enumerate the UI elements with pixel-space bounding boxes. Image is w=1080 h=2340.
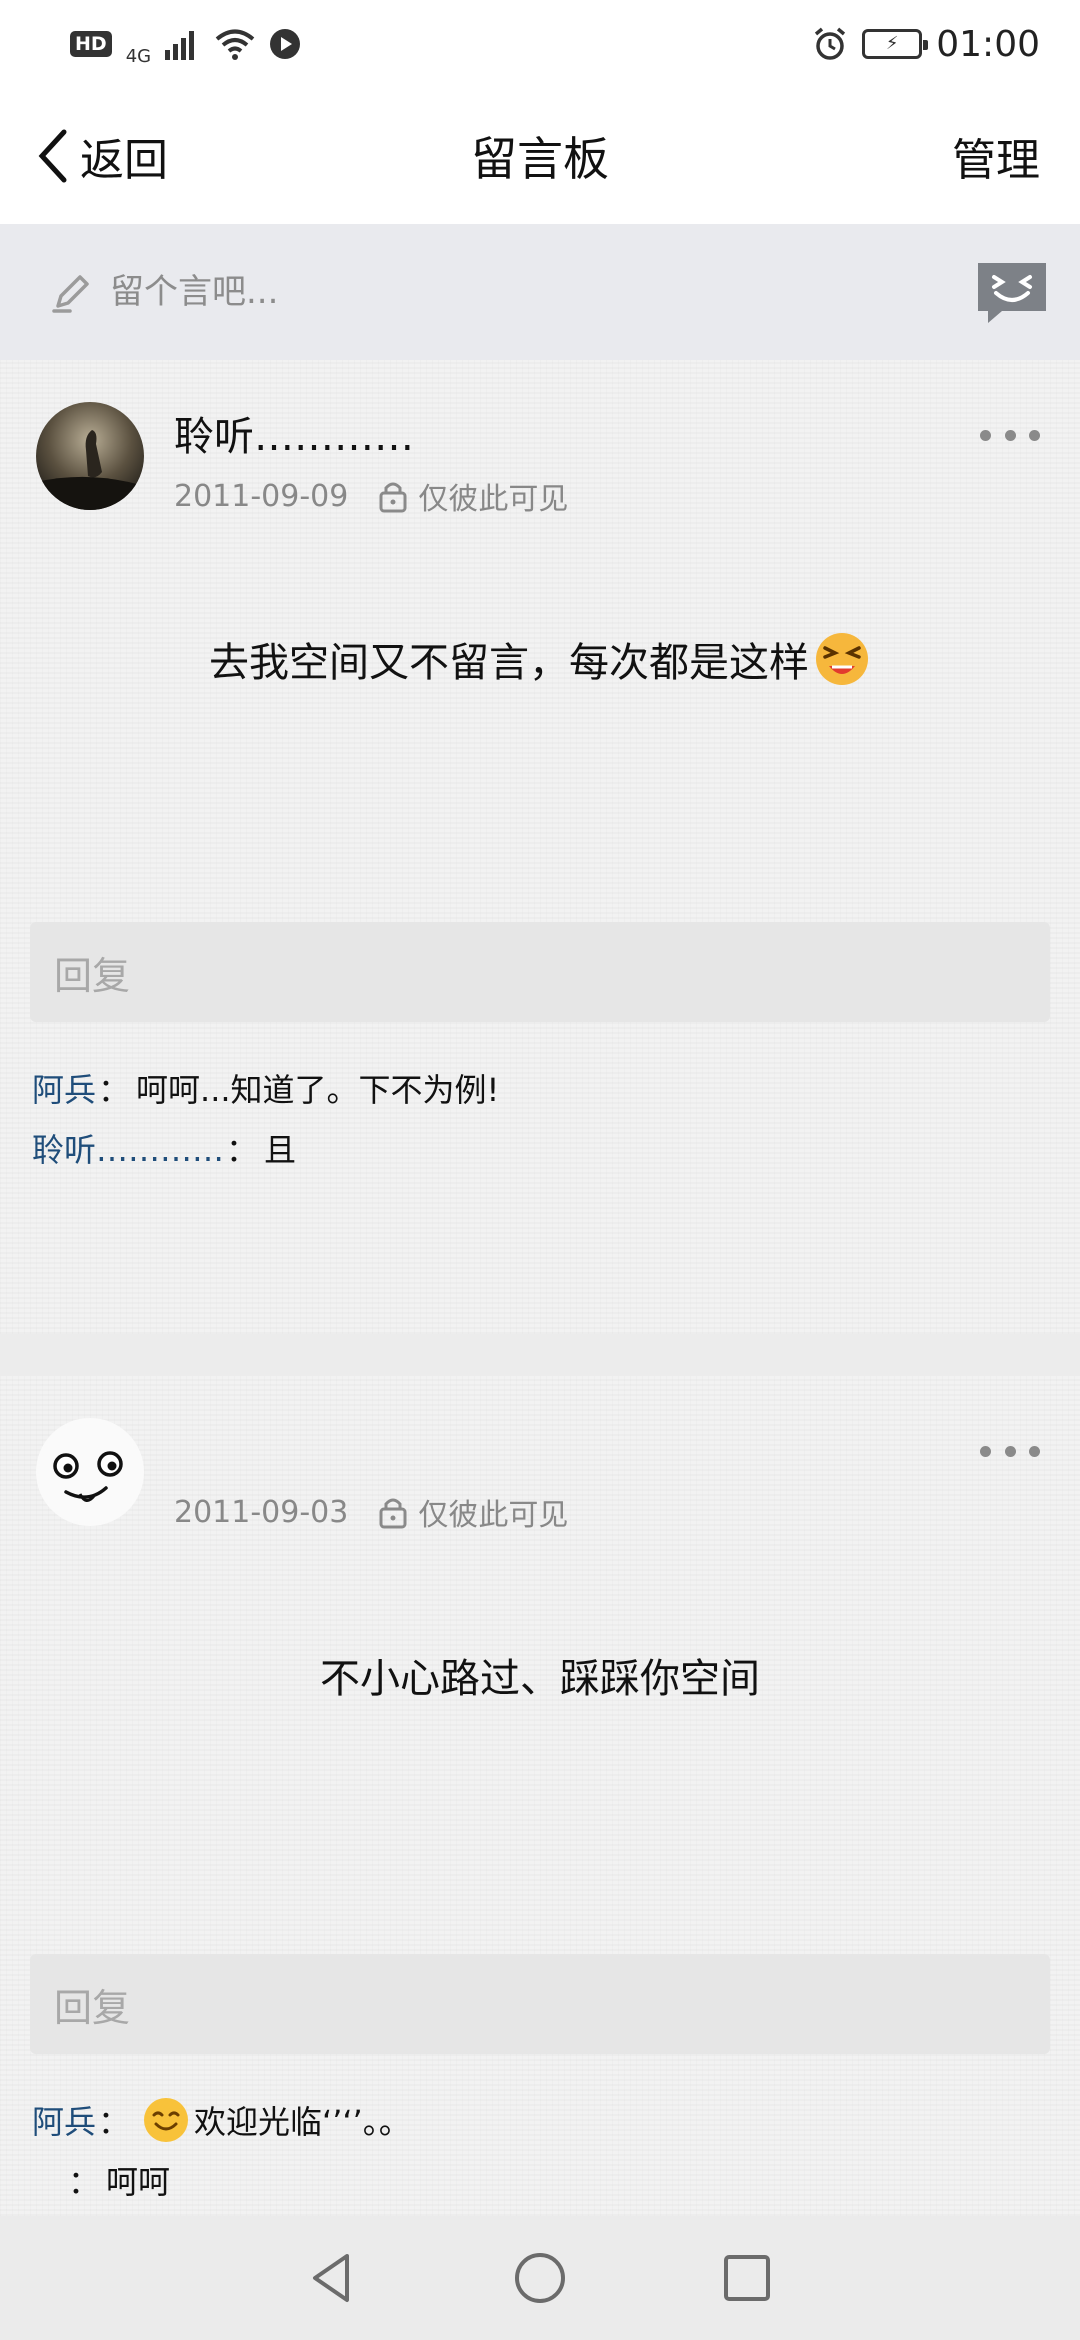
more-options-button[interactable] [980, 1436, 1040, 1466]
author-name[interactable]: 聆听………… [174, 404, 414, 462]
alarm-icon [815, 27, 846, 60]
play-icon [270, 29, 301, 59]
recents-square-icon[interactable] [717, 2248, 777, 2308]
back-triangle-icon[interactable] [303, 2248, 363, 2308]
post-date: 2011-09-03 [174, 1494, 349, 1530]
more-dot [1004, 1445, 1016, 1457]
system-nav-bar [0, 2216, 1080, 2340]
comment-separator: ： [68, 2163, 101, 2201]
comment-item: 阿兵 ： 呵呵...知道了。下不为例! [32, 1058, 499, 1118]
message-text: 去我空间又不留言，每次都是这样 [209, 640, 809, 686]
charging-bolt: ⚡ [885, 33, 899, 54]
comment-separator: ： [98, 1071, 131, 1109]
compose-input[interactable] [110, 272, 974, 312]
comment-separator: ： [98, 2103, 131, 2141]
emoji-icon[interactable] [974, 259, 1050, 325]
avatar[interactable] [36, 402, 144, 510]
back-button[interactable]: 返回 [36, 88, 168, 224]
smile-emoji-icon [144, 2098, 189, 2142]
reply-input[interactable]: 回复 [30, 922, 1050, 1022]
status-left: HD 4G [70, 22, 301, 67]
compose-bar [0, 224, 1080, 360]
more-dot [980, 1445, 991, 1457]
annoyed-face-emoji-icon [816, 633, 868, 685]
post-date: 2011-09-09 [174, 478, 349, 514]
comment-separator: ： [226, 1131, 259, 1169]
nav-bar: 返回 留言板 管理 [0, 88, 1080, 224]
battery-icon: ⚡ [862, 29, 929, 59]
comment-item: 阿兵 ： 欢迎光临‘’‘’。。 [32, 2090, 411, 2150]
avatar[interactable] [36, 1418, 144, 1526]
more-dot [1029, 1445, 1040, 1457]
back-label: 返回 [80, 135, 168, 186]
comment-list: 阿兵 ： 欢迎光临‘’‘’。。 ： 呵呵 [32, 2090, 411, 2210]
wifi-icon [215, 29, 255, 60]
clock: 01:00 [936, 23, 1040, 65]
message-text-row: 去我空间又不留言，每次都是这样 [0, 630, 1080, 688]
comment-text: 欢迎光临‘’‘’。。 [194, 2103, 411, 2141]
post-meta: 2011-09-09 仅彼此可见 [174, 474, 568, 518]
chevron-left-icon [38, 129, 67, 183]
comment-item: ： 呵呵 [32, 2150, 411, 2210]
reply-input[interactable]: 回复 [30, 1954, 1050, 2054]
more-dot [1029, 429, 1040, 441]
avatar-image [36, 1418, 144, 1526]
comment-item: 聆听………… ： 且 [32, 1118, 499, 1178]
commenter-name[interactable]: 阿兵 [32, 1065, 96, 1111]
status-right: ⚡ 01:00 [812, 24, 1040, 65]
status-bar: HD 4G ⚡ 01:00 [0, 0, 1080, 88]
manage-button[interactable]: 管理 [952, 88, 1040, 224]
comment-list: 阿兵 ： 呵呵...知道了。下不为例! 聆听………… ： 且 [32, 1058, 499, 1178]
more-dot [980, 429, 991, 441]
pen-icon [52, 275, 89, 313]
hd-badge: HD [70, 31, 112, 57]
more-options-button[interactable] [980, 420, 1040, 450]
message-card: 聆听………… 2011-09-09 仅彼此可见 去我空间又不留言，每次都是这样 … [0, 360, 1080, 1334]
avatar-image [36, 402, 144, 510]
comment-text: 呵呵 [106, 2163, 171, 2201]
more-dot [1004, 429, 1016, 441]
home-circle-icon[interactable] [510, 2248, 570, 2308]
commenter-name[interactable]: 阿兵 [32, 2097, 96, 2143]
signal-icon [165, 31, 195, 60]
lock-icon [379, 1498, 407, 1529]
commenter-name[interactable]: 聆听………… [32, 1125, 224, 1171]
comment-text: 呵呵...知道了。下不为例! [136, 1071, 500, 1109]
post-meta: 2011-09-03 仅彼此可见 [174, 1490, 568, 1534]
message-card: 2011-09-03 仅彼此可见 不小心路过、踩踩你空间 回复 阿兵 ： 欢迎光… [0, 1376, 1080, 2216]
message-text-row: 不小心路过、踩踩你空间 [0, 1646, 1080, 1704]
network-type: 4G [125, 45, 152, 67]
message-text: 不小心路过、踩踩你空间 [320, 1656, 760, 1702]
lock-icon [379, 482, 407, 513]
visibility-label: 仅彼此可见 [418, 482, 569, 517]
comment-text: 且 [264, 1131, 297, 1169]
visibility-label: 仅彼此可见 [418, 1498, 569, 1533]
